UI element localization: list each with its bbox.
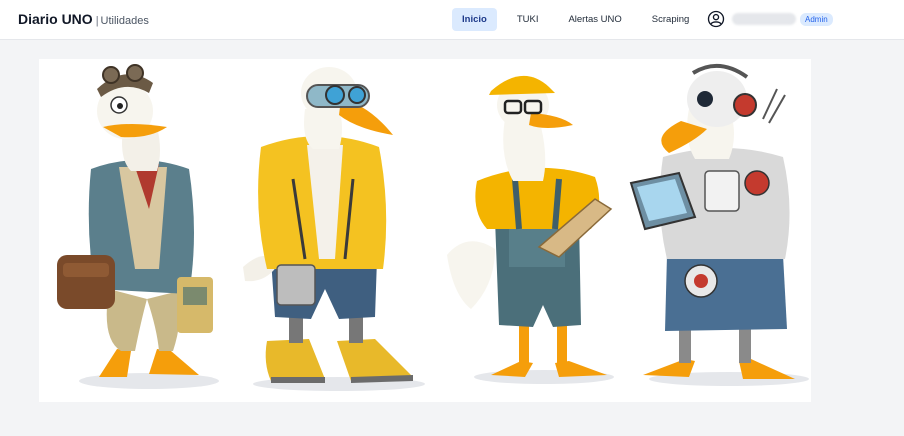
user-name-redacted bbox=[732, 13, 796, 25]
worker-duck bbox=[447, 75, 614, 384]
nav-item-inicio[interactable]: Inicio bbox=[452, 8, 497, 31]
brand[interactable]: Diario UNO | Utilidades bbox=[18, 11, 149, 27]
explorer-duck bbox=[57, 64, 219, 389]
nav-item-alertas-uno[interactable]: Alertas UNO bbox=[558, 8, 631, 31]
main-nav: Inicio TUKI Alertas UNO Scraping bbox=[452, 8, 699, 31]
nav-item-scraping[interactable]: Scraping bbox=[642, 8, 700, 31]
robot-duck bbox=[629, 64, 809, 386]
cyberpunk-duck bbox=[243, 67, 425, 391]
top-navbar: Diario UNO | Utilidades Inicio TUKI Aler… bbox=[0, 0, 904, 40]
hero-image bbox=[39, 59, 811, 402]
nav-item-tuki[interactable]: TUKI bbox=[507, 8, 549, 31]
user-menu[interactable]: Admin bbox=[707, 10, 833, 28]
ducks-illustration bbox=[57, 64, 809, 391]
user-circle-icon[interactable] bbox=[707, 10, 725, 28]
brand-name: Diario UNO bbox=[18, 11, 93, 27]
brand-subtitle: Utilidades bbox=[100, 15, 149, 27]
brand-separator: | bbox=[95, 15, 99, 27]
role-badge: Admin bbox=[800, 12, 833, 26]
